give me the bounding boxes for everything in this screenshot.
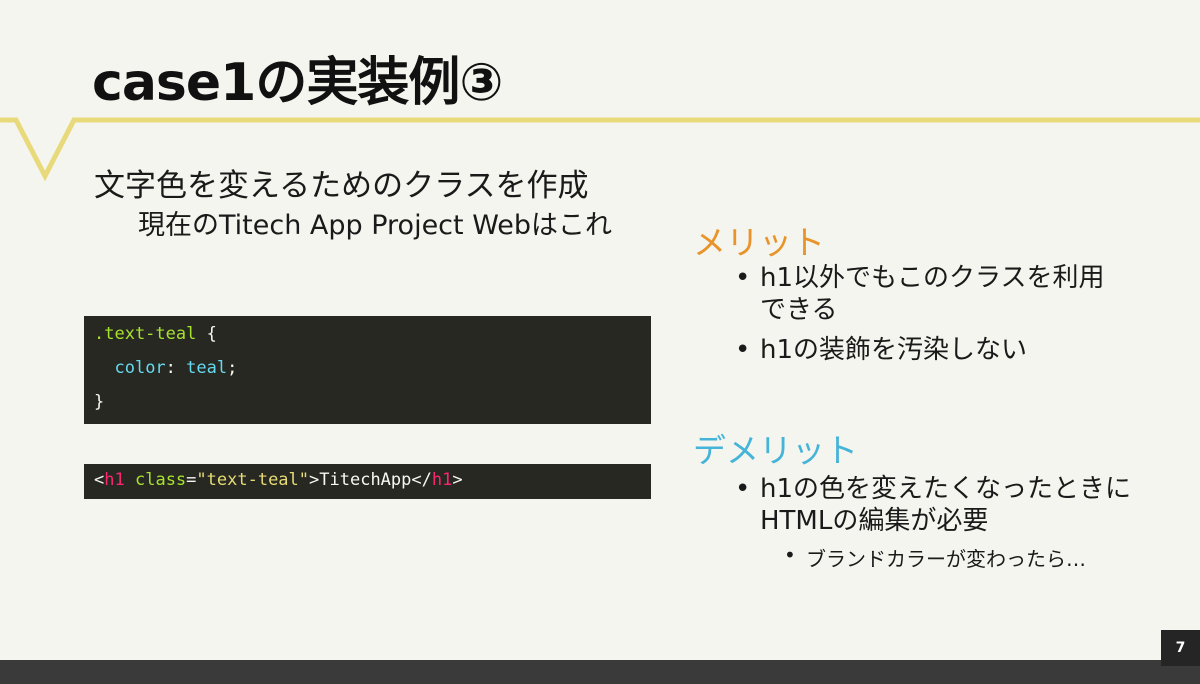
css-property: color [114, 358, 166, 378]
slide-title: case1の実装例③ [92, 53, 503, 113]
merit-item-2: • h1の装飾を汚染しない [735, 334, 1180, 366]
demerit-item-text: h1の色を変えたくなったときに HTMLの編集が必要 [760, 474, 1132, 536]
html-close-bracket: > [309, 470, 320, 490]
html-space [125, 470, 135, 490]
css-close-brace: } [94, 392, 105, 412]
css-value: teal [186, 358, 228, 378]
demerit-subitem-text: ブランドカラーが変わったら… [806, 547, 1086, 571]
code-line-2: color: teal; [94, 353, 641, 387]
html-end-tag: h1 [431, 470, 453, 490]
bullet-dot: • [784, 543, 796, 567]
css-semicolon: ; [227, 358, 238, 378]
html-content: TitechApp [319, 470, 412, 490]
css-colon: : [165, 358, 187, 378]
html-attr: class [134, 470, 187, 490]
css-open-brace: { [196, 324, 217, 344]
merit-item-text: h1以外でもこのクラスを利用 できる [760, 263, 1105, 325]
html-end-open: </ [411, 470, 432, 490]
bullet-dot: • [735, 263, 751, 293]
css-code-block: .text-teal { color: teal; } [84, 316, 651, 424]
css-selector: .text-teal [94, 324, 197, 344]
page-number: 7 [1161, 630, 1200, 666]
html-tag: h1 [104, 470, 125, 490]
code-line-1: .text-teal { [94, 319, 641, 353]
subtitle: 文字色を変えるためのクラスを作成 [94, 168, 589, 204]
slide: case1の実装例③ 文字色を変えるためのクラスを作成 現在のTitech Ap… [0, 0, 1200, 684]
html-open-bracket: < [94, 470, 105, 490]
merit-heading: メリット [693, 223, 825, 262]
demerit-subitem-1: • ブランドカラーが変わったら… [784, 543, 1086, 572]
demerit-item-1: • h1の色を変えたくなったときに HTMLの編集が必要 [735, 473, 1180, 537]
merit-item-1: • h1以外でもこのクラスを利用 できる [735, 262, 1180, 326]
html-end-close: > [452, 470, 463, 490]
subtitle-sub: 現在のTitech App Project Webはこれ [138, 210, 613, 241]
html-code-block: <h1 class="text-teal">TitechApp</h1> [84, 464, 651, 499]
footer-bar [0, 660, 1200, 684]
html-equals: = [186, 470, 197, 490]
code-line-3: } [94, 387, 641, 421]
bullet-dot: • [735, 335, 751, 365]
html-attr-value: "text-teal" [196, 470, 310, 490]
merit-item-text: h1の装飾を汚染しない [760, 335, 1028, 365]
css-indent [94, 358, 114, 378]
bullet-dot: • [735, 474, 751, 504]
demerit-heading: デメリット [693, 431, 858, 470]
